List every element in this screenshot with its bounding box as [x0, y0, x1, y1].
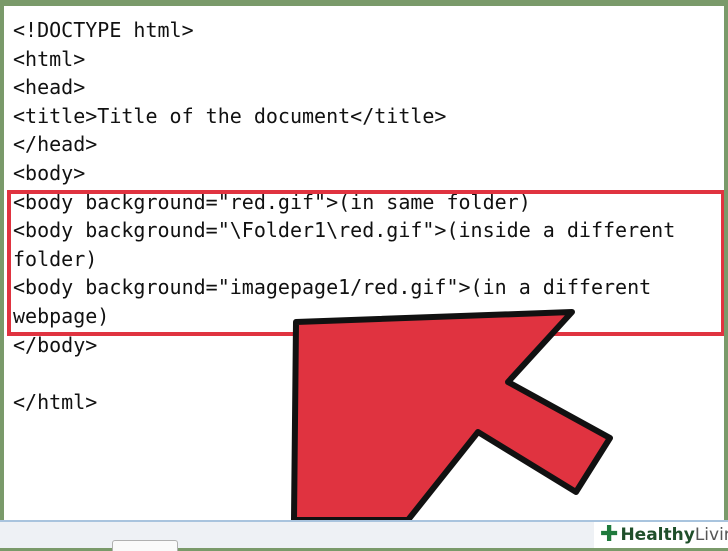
watermark-logo: ✚ Healthy Living	[594, 522, 728, 548]
text-editor[interactable]: <!DOCTYPE html> <html> <head> <title>Title …	[4, 6, 724, 520]
pointer-arrow-icon	[291, 309, 613, 520]
plus-icon: ✚	[600, 522, 619, 547]
watermark-word-2: Living	[694, 525, 728, 545]
arrow-shape	[291, 309, 613, 520]
scrollbar-thumb[interactable]	[112, 540, 178, 551]
watermark-word-1: Healthy	[620, 525, 695, 545]
